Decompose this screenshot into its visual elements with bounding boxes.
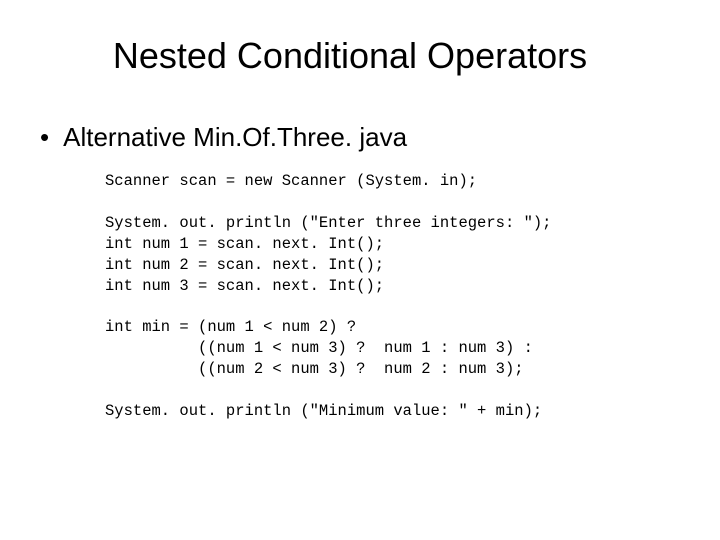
slide-title: Nested Conditional Operators	[30, 35, 670, 77]
code-block: Scanner scan = new Scanner (System. in);…	[30, 171, 670, 422]
subtitle-row: • Alternative Min.Of.Three. java	[30, 122, 670, 153]
slide-subtitle: Alternative Min.Of.Three. java	[63, 122, 407, 153]
bullet-icon: •	[40, 124, 49, 150]
